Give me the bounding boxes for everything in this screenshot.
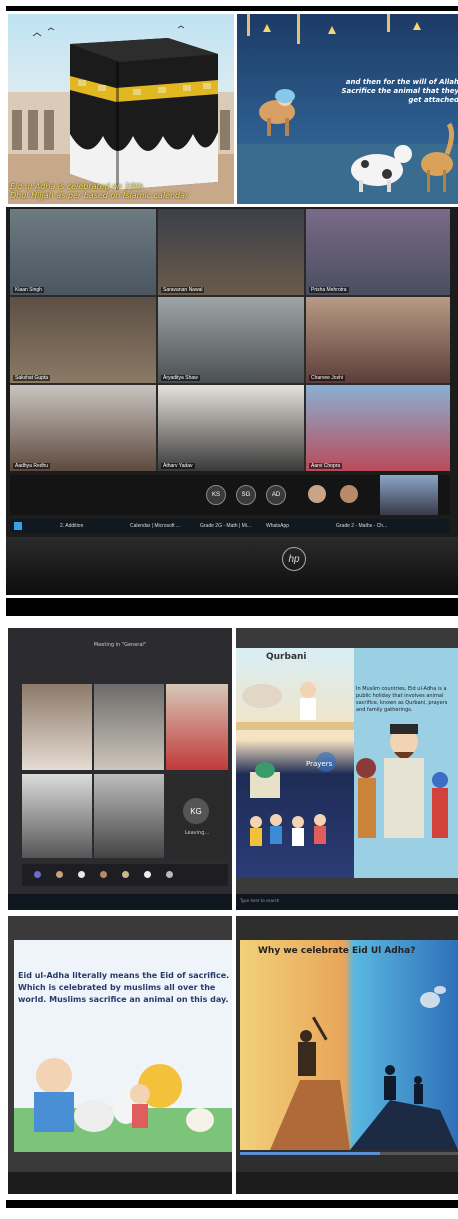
video-tile[interactable]: KG Leaving... bbox=[166, 774, 228, 858]
avatar: KG bbox=[183, 798, 209, 824]
control-icon[interactable] bbox=[56, 871, 63, 878]
progress-bar[interactable] bbox=[240, 1152, 458, 1155]
video-tile[interactable]: Saravanan Nawal bbox=[158, 209, 304, 295]
self-view-thumbnail[interactable] bbox=[380, 475, 438, 515]
video-tile[interactable] bbox=[94, 684, 164, 770]
video-tile[interactable] bbox=[22, 774, 92, 858]
cartoon-illustration bbox=[237, 14, 458, 204]
eid-cartoon-slide-photo: and then for the will of Allah Sacrifice… bbox=[237, 14, 458, 204]
family-illustration bbox=[356, 724, 448, 838]
video-tile[interactable] bbox=[94, 774, 164, 858]
participant-name: Aryaditya Shaw bbox=[161, 375, 200, 381]
cartoon-caption: and then for the will of Allah Sacrifice… bbox=[341, 78, 458, 104]
progress-fill bbox=[240, 1152, 380, 1155]
laptop-bezel: hp bbox=[6, 537, 458, 595]
taskbar-item[interactable]: 2. Addition bbox=[60, 523, 83, 529]
video-tile[interactable]: Aryaditya Shaw bbox=[158, 297, 304, 383]
slide-title: Why we celebrate Eid Ul Adha? bbox=[258, 946, 416, 956]
video-tile[interactable]: Kiaan Singh bbox=[10, 209, 156, 295]
qurbani-text: In Muslim countries, Eid ul-Adha is a pu… bbox=[356, 686, 448, 713]
slide-heading: Qurbani bbox=[266, 652, 307, 662]
sacrifice-illustration bbox=[270, 986, 458, 1150]
why-celebrate-slide-photo: Why we celebrate Eid Ul Adha? bbox=[236, 916, 458, 1194]
control-icon[interactable] bbox=[122, 871, 129, 878]
video-tile[interactable] bbox=[166, 684, 228, 770]
zoom-meeting-photo: Kiaan Singh Saravanan Nawal Prisha Mehro… bbox=[6, 207, 458, 595]
participant-name: Saravanan Nawal bbox=[161, 287, 205, 293]
participant-name: Prisha Mehrotra bbox=[309, 287, 349, 293]
kaaba-slide-photo: Eid ul Adha is celebrated on 10th Dhul H… bbox=[8, 14, 234, 204]
video-tile[interactable]: Charvee Joshi bbox=[306, 297, 450, 383]
video-tile[interactable]: Aadhya Redhu bbox=[10, 385, 156, 471]
participant-name: Aarvi Chopra bbox=[309, 463, 343, 469]
prayers-label: Prayers bbox=[306, 760, 333, 768]
control-icon[interactable] bbox=[34, 871, 41, 878]
hp-logo: hp bbox=[282, 547, 306, 571]
windows-start-icon[interactable] bbox=[14, 522, 22, 530]
teams-meeting-photo: Meeting in "General" KG Leaving... bbox=[8, 628, 232, 910]
qurbani-slide-photo: Qurbani Prayers In Muslim countries, Eid… bbox=[236, 628, 458, 910]
video-tile[interactable]: Aarvi Chopra bbox=[306, 385, 450, 471]
participant-name: Aadhya Redhu bbox=[13, 463, 51, 469]
zoom-participant-strip: KS SG AD bbox=[10, 475, 450, 515]
qurbani-illustration bbox=[236, 682, 354, 846]
teams-controls bbox=[22, 864, 228, 886]
windows-taskbar: 2. Addition Calendar | Microsoft ... Gra… bbox=[10, 519, 450, 533]
avatar[interactable]: AD bbox=[266, 485, 286, 505]
control-icon[interactable] bbox=[166, 871, 173, 878]
taskbar-item[interactable]: Grade 2 - Maths - Ch... bbox=[336, 523, 387, 529]
taskbar-item[interactable]: Calendar | Microsoft ... bbox=[130, 523, 180, 529]
kaaba-caption: Eid ul Adha is celebrated on 10th Dhul H… bbox=[10, 182, 189, 200]
top-border bbox=[6, 6, 458, 11]
kaaba-illustration bbox=[8, 25, 234, 204]
taskbar bbox=[236, 1172, 458, 1194]
taskbar bbox=[8, 1172, 232, 1194]
taskbar bbox=[8, 894, 232, 910]
avatar[interactable]: KS bbox=[206, 485, 226, 505]
section-divider bbox=[6, 598, 458, 616]
participant-name: Charvee Joshi bbox=[309, 375, 345, 381]
meaning-slide-photo: Eid ul-Adha literally means the Eid of s… bbox=[8, 916, 232, 1194]
participant-name: Sakshat Gupta bbox=[13, 375, 51, 381]
bottom-border bbox=[6, 1200, 458, 1208]
zoom-grid: Kiaan Singh Saravanan Nawal Prisha Mehro… bbox=[10, 209, 450, 471]
taskbar-item[interactable]: WhatsApp bbox=[266, 523, 289, 529]
participant-name: Atharv Yadav bbox=[161, 463, 195, 469]
meaning-text: Eid ul-Adha literally means the Eid of s… bbox=[18, 971, 230, 1004]
meaning-illustration bbox=[14, 1058, 232, 1152]
control-icon[interactable] bbox=[144, 871, 151, 878]
status-text: Leaving... bbox=[184, 830, 210, 836]
avatar[interactable] bbox=[308, 485, 326, 503]
taskbar: Type here to search bbox=[236, 894, 458, 910]
control-icon[interactable] bbox=[78, 871, 85, 878]
video-tile[interactable]: Prisha Mehrotra bbox=[306, 209, 450, 295]
video-tile[interactable] bbox=[22, 684, 92, 770]
taskbar-item[interactable]: Grade 2G - Math | Mi... bbox=[200, 523, 251, 529]
meeting-title: Meeting in "General" bbox=[93, 642, 147, 648]
avatar[interactable]: SG bbox=[236, 485, 256, 505]
avatar[interactable] bbox=[340, 485, 358, 503]
participant-name: Kiaan Singh bbox=[13, 287, 44, 293]
video-tile[interactable]: Sakshat Gupta bbox=[10, 297, 156, 383]
search-input[interactable]: Type here to search bbox=[240, 898, 279, 903]
control-icon[interactable] bbox=[100, 871, 107, 878]
video-tile[interactable]: Atharv Yadav bbox=[158, 385, 304, 471]
